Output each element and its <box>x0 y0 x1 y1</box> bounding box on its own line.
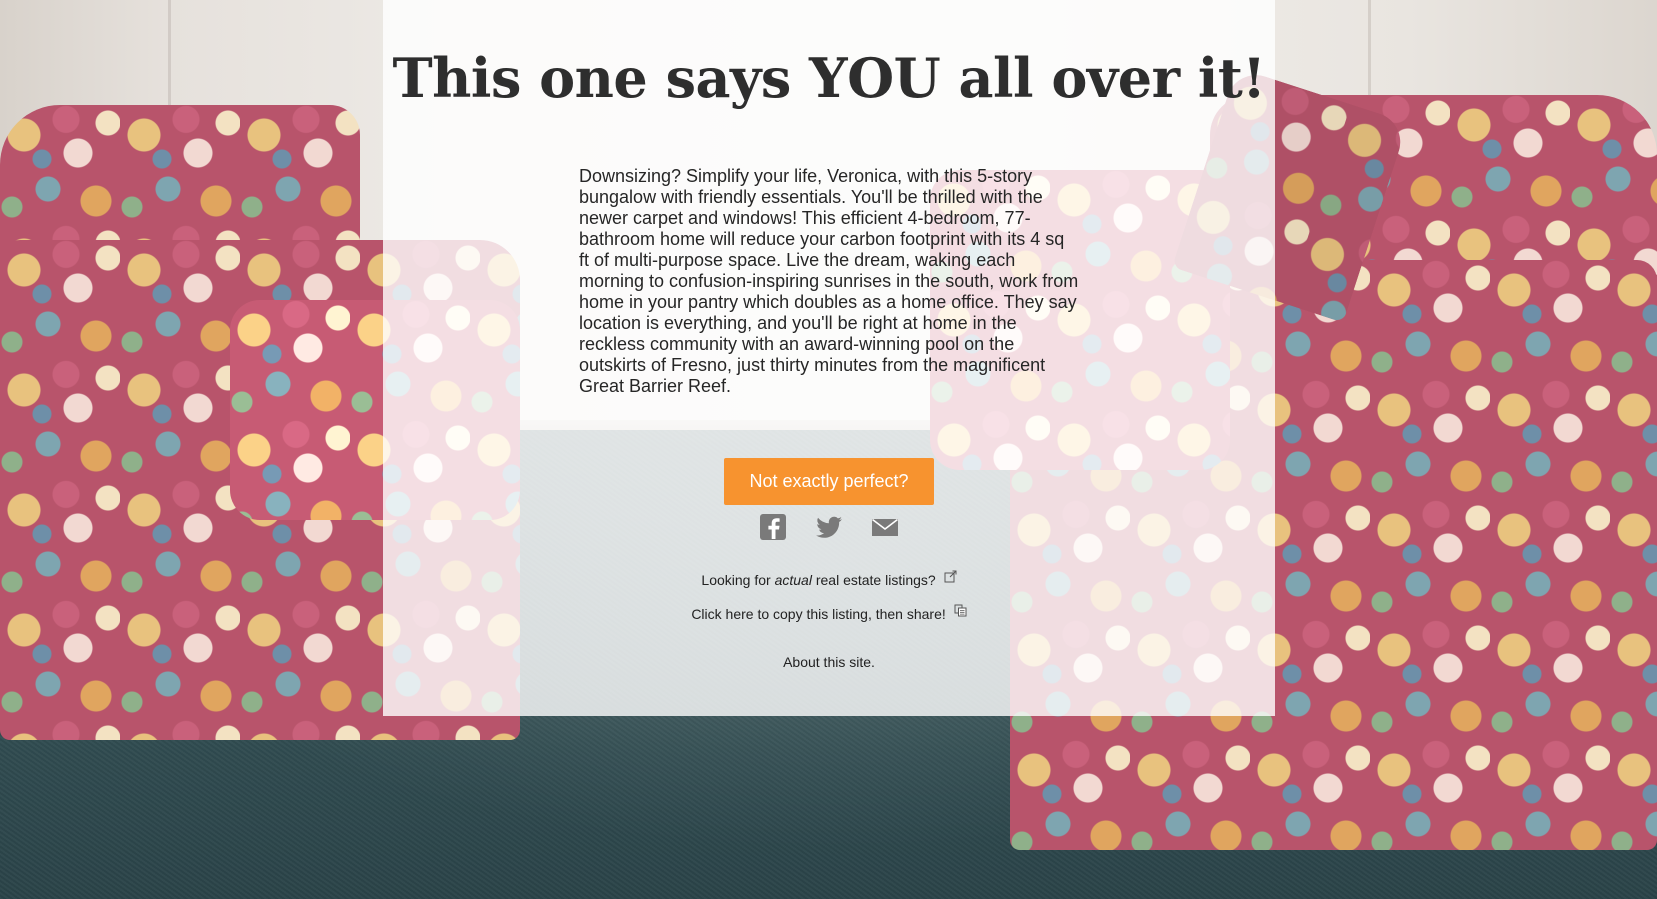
copy-listing-text: Click here to copy this listing, then sh… <box>691 606 946 622</box>
email-icon[interactable] <box>870 512 900 542</box>
facebook-icon[interactable] <box>758 512 788 542</box>
not-perfect-button[interactable]: Not exactly perfect? <box>724 458 934 505</box>
about-text: About this site. <box>783 654 875 670</box>
real-listings-link[interactable]: Looking for actual real estate listings? <box>383 570 1275 588</box>
external-link-icon <box>944 570 957 583</box>
copy-icon <box>954 604 967 617</box>
listings-prefix: Looking for <box>701 572 771 588</box>
twitter-icon[interactable] <box>814 512 844 542</box>
copy-listing-link[interactable]: Click here to copy this listing, then sh… <box>383 604 1275 622</box>
share-buttons <box>383 512 1275 542</box>
wall-corner <box>168 0 171 120</box>
listing-description: Downsizing? Simplify your life, Veronica… <box>579 166 1079 396</box>
page-title: This one says YOU all over it! <box>392 46 1266 110</box>
listings-suffix: real estate listings? <box>815 572 936 588</box>
listing-panel: This one says YOU all over it! Downsizin… <box>383 0 1275 716</box>
wall-corner <box>1368 0 1371 100</box>
listings-emphasis: actual <box>774 572 812 588</box>
about-link[interactable]: About this site. <box>383 654 1275 670</box>
